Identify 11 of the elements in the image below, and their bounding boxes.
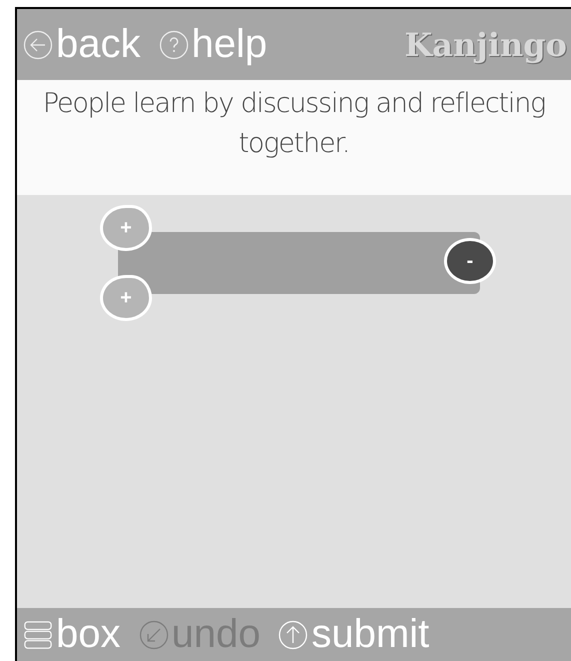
logo-text: Kanjingo — [404, 26, 567, 64]
help-icon — [158, 30, 188, 60]
nav-button[interactable]: back — [23, 22, 140, 67]
prompt-text: People learn by discussing and reflecting together. — [42, 87, 546, 161]
toolbar-button[interactable]: submit — [278, 612, 430, 657]
toolbar-button[interactable]: box — [23, 612, 120, 657]
nav-button[interactable]: help — [158, 22, 268, 67]
word-block[interactable] — [118, 232, 480, 294]
add-handle[interactable]: + — [100, 275, 152, 321]
add-handle[interactable]: + — [100, 205, 152, 251]
stack-icon — [23, 620, 53, 650]
